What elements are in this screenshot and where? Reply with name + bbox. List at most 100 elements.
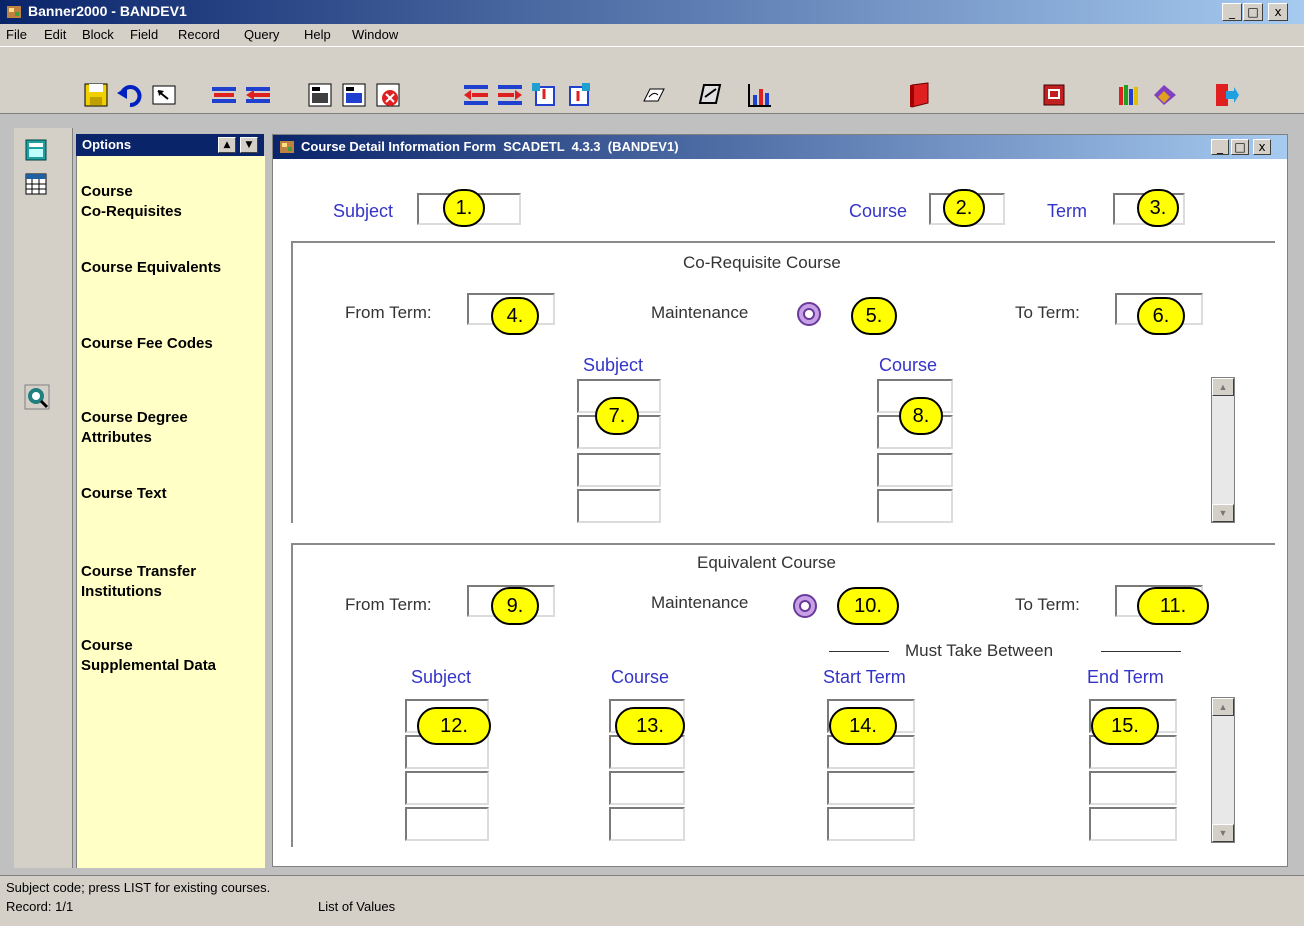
- option-co-requisites[interactable]: Course Co-Requisites: [81, 182, 182, 222]
- equiv-start-term-row-4[interactable]: [827, 807, 915, 841]
- exit-icon[interactable]: [1212, 81, 1240, 109]
- coreq-scrollbar[interactable]: ▲ ▼: [1211, 377, 1235, 523]
- coreq-maintenance-gear-icon[interactable]: [793, 299, 825, 329]
- search-globe-icon[interactable]: [24, 384, 50, 410]
- option-label: Course Equivalents: [81, 259, 222, 276]
- options-scroll-down-button[interactable]: ▼: [240, 137, 258, 153]
- callout-badge-7: 7.: [595, 397, 639, 435]
- previous-record-icon[interactable]: [530, 81, 558, 109]
- minimize-icon: _: [1217, 140, 1223, 154]
- options-pane: Course Co-Requisites Course Equivalents C…: [76, 156, 265, 868]
- minimize-button[interactable]: _: [1222, 3, 1242, 21]
- status-list-of-values: List of Values: [318, 899, 396, 914]
- equiv-course-row-3[interactable]: [609, 771, 685, 805]
- equiv-subject-row-4[interactable]: [405, 807, 489, 841]
- callout-badge-14: 14.: [829, 707, 897, 745]
- menu-field[interactable]: Field: [130, 27, 158, 42]
- insert-record-icon[interactable]: [210, 81, 238, 109]
- chart-icon[interactable]: [746, 81, 774, 109]
- next-block-icon[interactable]: [496, 81, 524, 109]
- calculator-icon[interactable]: [24, 138, 48, 162]
- course-label: Course: [849, 201, 908, 221]
- coreq-subject-column-header: Subject: [583, 355, 644, 375]
- help-book-icon[interactable]: [906, 81, 934, 109]
- calendar-icon[interactable]: [1040, 81, 1068, 109]
- menu-help[interactable]: Help: [304, 27, 331, 42]
- equiv-end-term-row-4[interactable]: [1089, 807, 1177, 841]
- equiv-end-term-column-header: End Term: [1087, 667, 1164, 687]
- cancel-query-icon[interactable]: [374, 81, 402, 109]
- equiv-course-row-4[interactable]: [609, 807, 685, 841]
- equiv-start-term-row-3[interactable]: [827, 771, 915, 805]
- option-course-transfer-institutions[interactable]: Course Transfer Institutions: [81, 562, 196, 602]
- print-icon[interactable]: [640, 81, 668, 109]
- enter-query-icon[interactable]: [306, 81, 334, 109]
- grid-calendar-icon[interactable]: [24, 172, 48, 196]
- menu-record[interactable]: Record: [178, 27, 220, 42]
- coreq-course-row-3[interactable]: [877, 453, 953, 487]
- remove-record-icon[interactable]: [244, 81, 272, 109]
- app-title: Banner2000 - BANDEV1: [28, 3, 187, 19]
- close-button[interactable]: x: [1268, 3, 1288, 21]
- coreq-scroll-up-button[interactable]: ▲: [1212, 378, 1234, 396]
- app-title-bar: Banner2000 - BANDEV1 _ □ x: [0, 0, 1304, 24]
- rollback-icon[interactable]: [116, 81, 144, 109]
- callout-badge-6: 6.: [1137, 297, 1185, 335]
- option-label: Co-Requisites: [81, 203, 182, 220]
- callout-badge-11: 11.: [1137, 587, 1209, 625]
- option-label: Course Fee Codes: [81, 335, 213, 352]
- form-title: Course Detail Information Form SCADETL 4…: [301, 139, 679, 154]
- coreq-course-row-4[interactable]: [877, 489, 953, 523]
- equiv-maintenance-gear-icon[interactable]: [789, 591, 821, 621]
- menu-window[interactable]: Window: [352, 27, 398, 42]
- menu-edit[interactable]: Edit: [44, 27, 66, 42]
- corequisite-heading: Co-Requisite Course: [683, 253, 841, 272]
- menu-block[interactable]: Block: [82, 27, 114, 42]
- menu-query[interactable]: Query: [244, 27, 279, 42]
- maximize-icon: □: [1234, 140, 1246, 154]
- books-icon[interactable]: [1150, 81, 1178, 109]
- select-icon[interactable]: [150, 81, 178, 109]
- menu-file[interactable]: File: [6, 27, 27, 42]
- next-record-icon[interactable]: [564, 81, 592, 109]
- menu-bar: File Edit Block Field Record Query Help …: [0, 24, 1304, 46]
- form-icon: [280, 141, 294, 153]
- form-maximize-button[interactable]: □: [1231, 139, 1249, 155]
- option-course-supplemental-data[interactable]: Course Supplemental Data: [81, 636, 216, 676]
- option-course-text[interactable]: Course Text: [81, 484, 167, 504]
- up-arrow-icon: ▲: [1218, 702, 1228, 712]
- option-label: Course: [81, 637, 133, 654]
- up-arrow-icon: ▲: [223, 140, 231, 150]
- coreq-scroll-down-button[interactable]: ▼: [1212, 504, 1234, 522]
- equiv-scroll-up-button[interactable]: ▲: [1212, 698, 1234, 716]
- equiv-scrollbar[interactable]: ▲ ▼: [1211, 697, 1235, 843]
- must-take-rule-right: [1101, 651, 1181, 652]
- term-label: Term: [1047, 201, 1087, 221]
- previous-block-icon[interactable]: [462, 81, 490, 109]
- option-label: Attributes: [81, 429, 152, 446]
- left-icon-strip: [14, 128, 73, 868]
- equiv-scroll-down-button[interactable]: ▼: [1212, 824, 1234, 842]
- equiv-subject-row-3[interactable]: [405, 771, 489, 805]
- option-course-fee-codes[interactable]: Course Fee Codes: [81, 334, 213, 354]
- options-scroll-up-button[interactable]: ▲: [218, 137, 236, 153]
- equiv-from-term-label: From Term:: [345, 595, 432, 614]
- bookshelf-icon[interactable]: [1116, 81, 1144, 109]
- option-label: Course Transfer: [81, 563, 197, 580]
- export-icon[interactable]: [696, 81, 724, 109]
- coreq-subject-row-3[interactable]: [577, 453, 661, 487]
- equiv-end-term-row-3[interactable]: [1089, 771, 1177, 805]
- coreq-subject-row-4[interactable]: [577, 489, 661, 523]
- save-icon[interactable]: [82, 81, 110, 109]
- status-bar: Subject code; press LIST for existing co…: [0, 875, 1304, 926]
- form-close-button[interactable]: x: [1253, 139, 1271, 155]
- maximize-button[interactable]: □: [1243, 3, 1263, 21]
- banner-app-icon: [7, 6, 21, 18]
- execute-query-icon[interactable]: [340, 81, 368, 109]
- status-hint: Subject code; press LIST for existing co…: [6, 880, 271, 895]
- option-course-equivalents[interactable]: Course Equivalents: [81, 258, 221, 278]
- form-minimize-button[interactable]: _: [1211, 139, 1229, 155]
- option-course-degree-attributes[interactable]: Course Degree Attributes: [81, 408, 188, 448]
- status-record: Record: 1/1: [6, 899, 74, 914]
- options-header: Options ▲ ▼: [76, 134, 264, 156]
